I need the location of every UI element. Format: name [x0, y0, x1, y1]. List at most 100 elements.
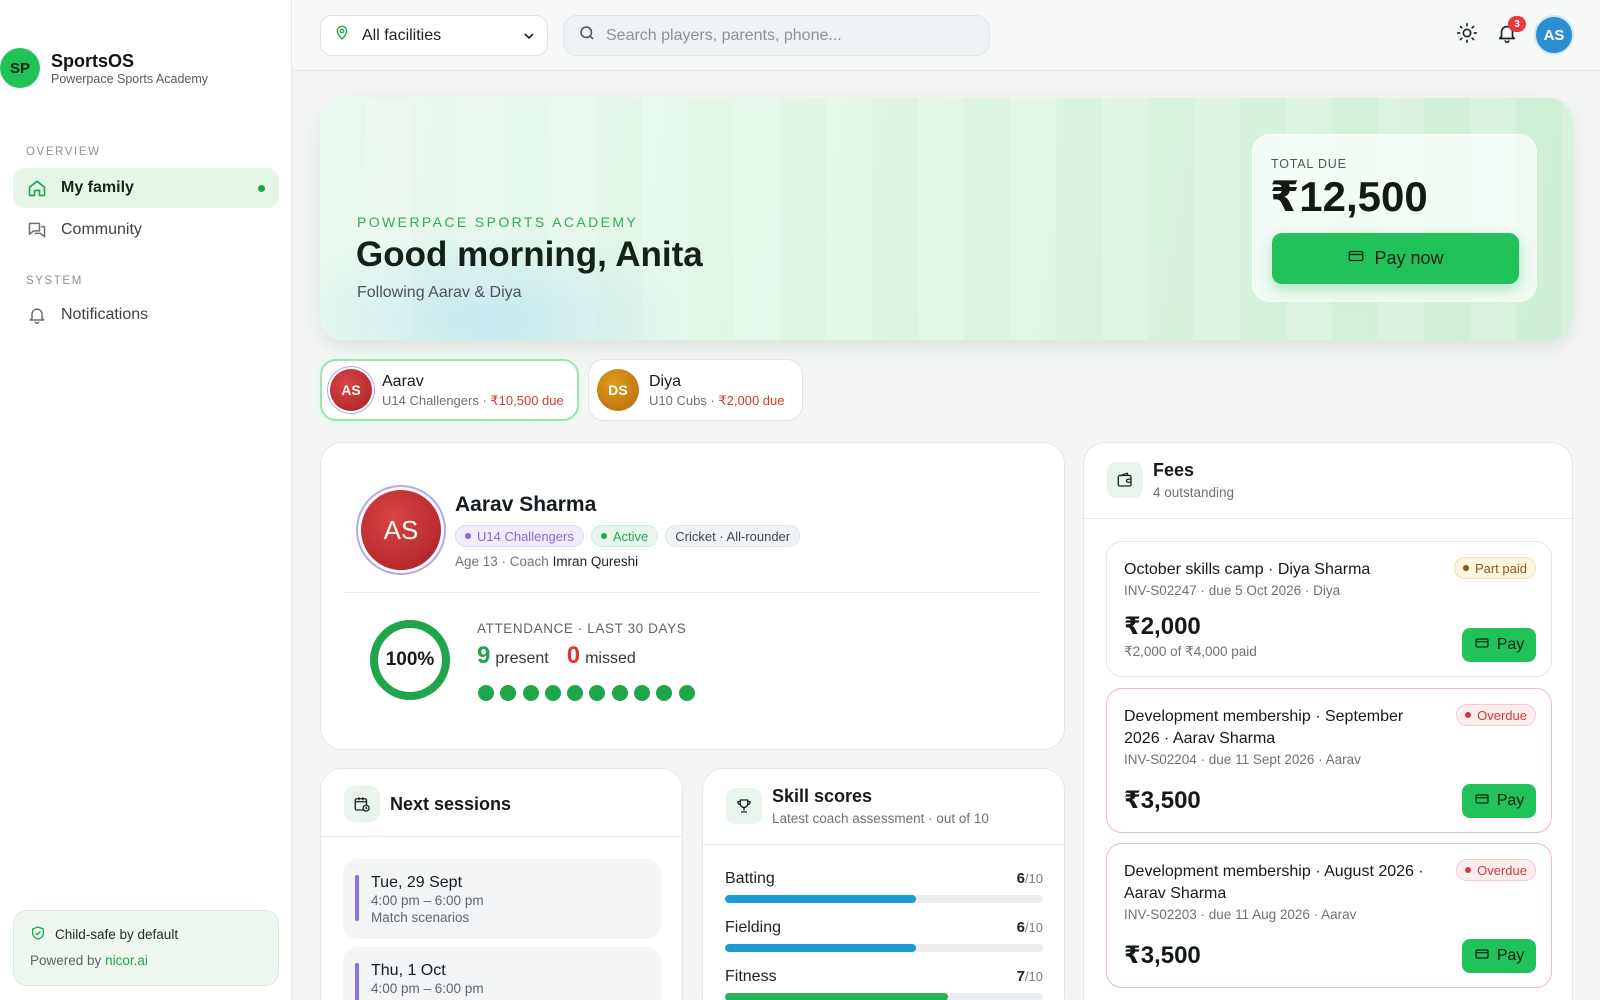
child-avatar: DS: [597, 369, 639, 411]
pay-button[interactable]: Pay: [1462, 628, 1536, 662]
skill-score: 7: [1016, 968, 1025, 985]
skill-bar: [725, 895, 1043, 903]
sun-icon: [1456, 22, 1478, 49]
coach-name: Imran Qureshi: [552, 554, 639, 569]
session-item[interactable]: Tue, 29 Sept 4:00 pm – 6:00 pm Match sce…: [343, 859, 661, 939]
user-avatar[interactable]: AS: [1534, 15, 1574, 55]
wallet-icon: [1107, 462, 1143, 498]
overview-section-label: OVERVIEW: [26, 146, 101, 158]
academy-eyebrow: POWERPACE SPORTS ACADEMY: [357, 214, 639, 230]
divider: [1084, 518, 1572, 519]
pay-button-label: Pay: [1496, 636, 1525, 653]
status-badge: Overdue: [1456, 704, 1536, 726]
divider: [703, 844, 1064, 845]
status-badge: Active: [590, 525, 659, 547]
role-tag: Cricket · All-rounder: [665, 525, 801, 547]
attendance-dot: [478, 685, 494, 701]
pay-button[interactable]: Pay: [1462, 784, 1536, 818]
greeting-title: Good morning, Anita: [356, 235, 703, 274]
attendance-dot: [522, 685, 539, 701]
fees-card: Fees 4 outstanding October skills camp ·…: [1083, 442, 1573, 1000]
skill-label: Batting: [725, 870, 775, 887]
powered-by-link[interactable]: nicor.ai: [105, 953, 148, 968]
search-input[interactable]: [606, 26, 976, 45]
fee-invoice: INV-S02203 · due 11 Aug 2026 · Aarav: [1124, 907, 1357, 922]
session-date: Thu, 1 Oct: [371, 962, 446, 979]
fee-item: Development membership · September 2026 …: [1106, 688, 1552, 833]
chevron-down-icon: [521, 28, 537, 49]
skill-label: Fitness: [725, 968, 777, 985]
brand-name: SportsOS: [51, 50, 135, 71]
skill-scores-card: Skill scores Latest coach assessment · o…: [702, 768, 1065, 1000]
child-due: ₹10,500 due: [490, 392, 564, 408]
session-note: Match scenarios: [371, 910, 470, 925]
card-icon: [1474, 635, 1490, 656]
welcome-hero: POWERPACE SPORTS ACADEMY Good morning, A…: [320, 98, 1573, 340]
skill-bar: [725, 993, 1043, 1000]
fee-item: Development membership · August 2026 · A…: [1106, 843, 1552, 988]
fee-amount: ₹2,000: [1124, 613, 1201, 640]
session-time: 4:00 pm – 6:00 pm: [371, 893, 484, 908]
status-badge: Part paid: [1453, 557, 1536, 579]
child-chip-aarav[interactable]: AS Aarav U14 Challengers · ₹10,500 due: [320, 359, 579, 421]
player-avatar: AS: [361, 490, 441, 570]
attendance-percent: 100%: [385, 649, 435, 670]
missed-label: missed: [585, 650, 636, 667]
pay-button[interactable]: Pay: [1462, 939, 1536, 973]
search-box[interactable]: [563, 15, 990, 56]
skill-score: 6: [1016, 919, 1025, 936]
skill-score: 6: [1016, 870, 1025, 887]
attendance-dot: [678, 685, 695, 701]
notification-count-badge: 3: [1508, 16, 1526, 32]
card-icon: [1347, 247, 1365, 270]
session-time: 4:00 pm – 6:00 pm: [371, 981, 484, 996]
search-icon: [578, 24, 596, 47]
powered-by-label: Powered by: [30, 953, 102, 968]
child-safe-title: Child-safe by default: [55, 927, 179, 942]
card-icon: [1474, 791, 1490, 812]
pay-button-label: Pay: [1496, 947, 1525, 964]
attendance-dot: [589, 685, 606, 701]
location-pin-icon: [334, 25, 350, 46]
fee-title: October skills camp · Diya Sharma: [1124, 561, 1371, 578]
child-avatar: AS: [330, 369, 372, 411]
theme-toggle-button[interactable]: [1454, 22, 1480, 48]
divider: [344, 592, 1041, 593]
facility-select[interactable]: All facilities: [320, 15, 548, 56]
attendance-dot: [656, 685, 673, 701]
child-safe-card: Child-safe by default Powered by nicor.a…: [13, 910, 279, 986]
sidebar: SP SportsOS Powerpace Sports Academy OVE…: [0, 0, 292, 1000]
attendance-dot: [544, 685, 561, 701]
player-profile-card: AS Aarav Sharma U14 Challengers Active C…: [320, 442, 1065, 750]
sidebar-item-notifications[interactable]: Notifications: [13, 295, 279, 335]
session-date: Tue, 29 Sept: [371, 874, 463, 891]
fee-invoice: INV-S02247 · due 5 Oct 2026 · Diya: [1124, 583, 1341, 598]
player-meta: Age 13 · Coach Imran Qureshi: [455, 554, 639, 569]
player-name: Aarav Sharma: [455, 493, 597, 516]
fee-item: October skills camp · Diya Sharma INV-S0…: [1106, 541, 1552, 677]
next-sessions-card: Next sessions Tue, 29 Sept 4:00 pm – 6:0…: [320, 768, 683, 1000]
system-section-label: SYSTEM: [26, 275, 83, 287]
child-name: Aarav: [382, 372, 424, 390]
present-label: present: [495, 650, 549, 667]
pay-now-button[interactable]: Pay now: [1272, 233, 1519, 284]
brand[interactable]: SP SportsOS Powerpace Sports Academy: [0, 48, 208, 88]
child-chip-diya[interactable]: DS Diya U10 Cubs · ₹2,000 due: [588, 359, 803, 421]
sidebar-item-my-family[interactable]: My family: [13, 168, 279, 208]
skill-bar-fill: [725, 895, 916, 903]
child-team: U10 Cubs ·: [649, 392, 719, 408]
calendar-clock-icon: [344, 786, 380, 822]
child-team: U14 Challengers ·: [382, 392, 491, 408]
fees-title: Fees: [1153, 460, 1195, 480]
pay-now-label: Pay now: [1374, 248, 1444, 268]
child-due: ₹2,000 due: [718, 392, 785, 408]
attendance-dot: [567, 685, 584, 701]
session-item[interactable]: Thu, 1 Oct 4:00 pm – 6:00 pm: [343, 947, 661, 1000]
missed-count: 0: [566, 642, 581, 669]
active-indicator-dot: [258, 185, 265, 192]
sidebar-item-community[interactable]: Community: [13, 210, 279, 250]
sessions-title: Next sessions: [390, 793, 512, 814]
skill-row-batting: Batting 6/10: [725, 870, 1043, 903]
fee-title: Development membership · September 2026 …: [1124, 708, 1404, 747]
team-tag: U14 Challengers: [455, 525, 584, 547]
